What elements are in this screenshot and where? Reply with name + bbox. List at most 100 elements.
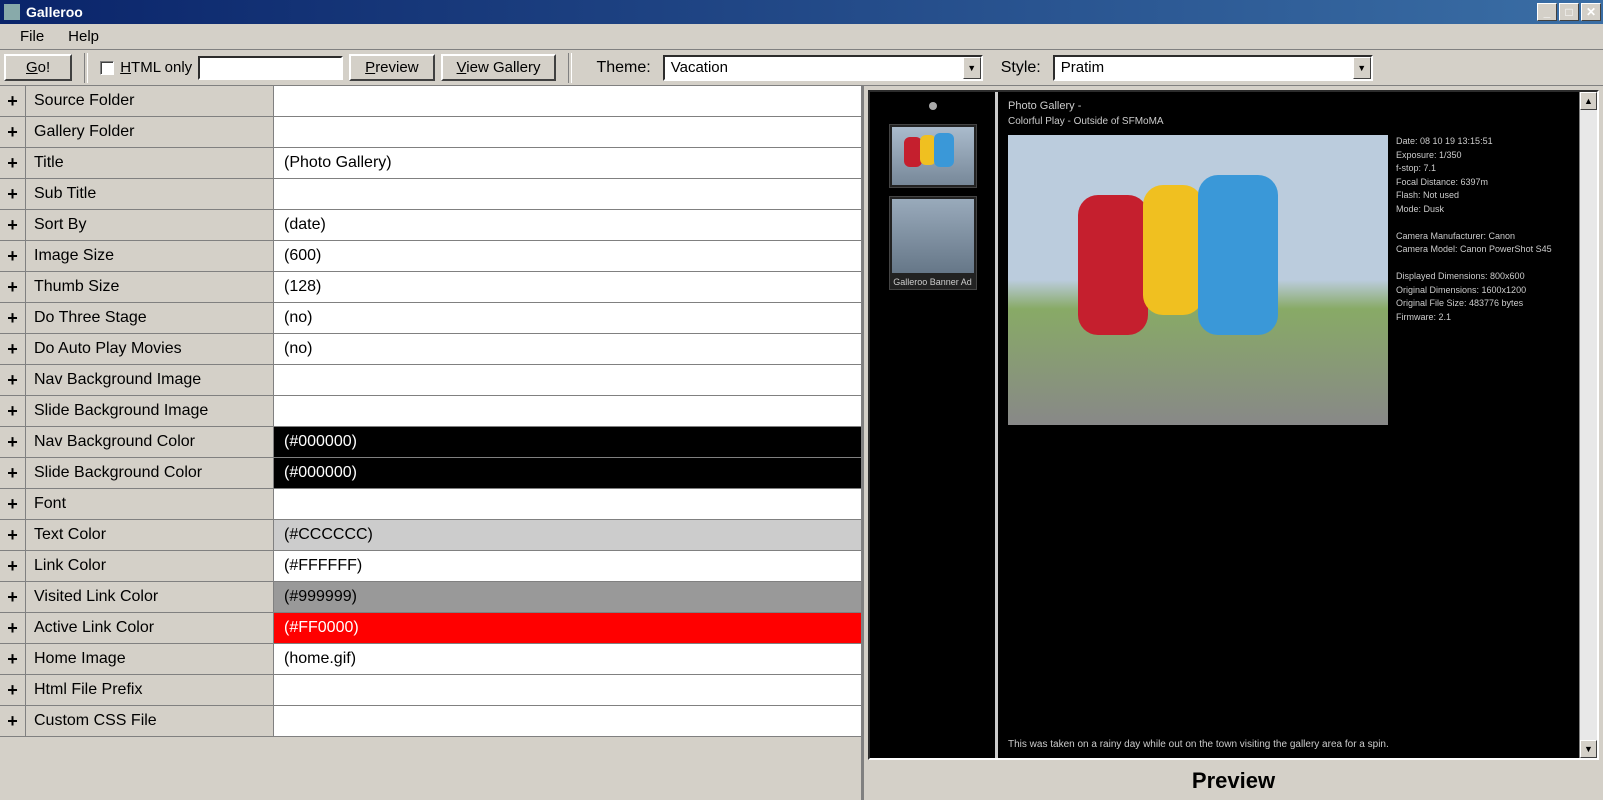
expand-button[interactable]: +: [0, 520, 26, 550]
preview-scrollbar[interactable]: ▲ ▼: [1579, 92, 1597, 758]
html-only-field[interactable]: [198, 56, 343, 80]
property-value[interactable]: (no): [274, 334, 861, 364]
theme-select[interactable]: Vacation: [663, 55, 983, 81]
property-row: +Font: [0, 489, 861, 520]
style-select[interactable]: Pratim: [1053, 55, 1373, 81]
preview-button[interactable]: Preview: [349, 54, 434, 81]
window-titlebar: Galleroo _ □ ✕: [0, 0, 1603, 24]
scroll-track[interactable]: [1580, 110, 1597, 740]
property-value[interactable]: [274, 396, 861, 426]
property-value[interactable]: (#000000): [274, 458, 861, 488]
toolbar: Go! HTML only Preview View Gallery Theme…: [0, 50, 1603, 86]
view-gallery-button[interactable]: View Gallery: [441, 54, 557, 81]
expand-button[interactable]: +: [0, 86, 26, 116]
property-label: Thumb Size: [26, 272, 274, 302]
property-label: Slide Background Color: [26, 458, 274, 488]
expand-button[interactable]: +: [0, 272, 26, 302]
property-row: +Do Three Stage(no): [0, 303, 861, 334]
metadata-line: Exposure: 1/350: [1396, 149, 1569, 163]
expand-button[interactable]: +: [0, 489, 26, 519]
window-title: Galleroo: [26, 4, 1537, 20]
style-label: Style:: [989, 59, 1047, 77]
scroll-up-icon[interactable]: ▲: [1580, 92, 1597, 110]
property-row: +Sub Title: [0, 179, 861, 210]
property-value[interactable]: (Photo Gallery): [274, 148, 861, 178]
expand-button[interactable]: +: [0, 613, 26, 643]
property-label: Home Image: [26, 644, 274, 674]
scroll-down-icon[interactable]: ▼: [1580, 740, 1597, 758]
expand-button[interactable]: +: [0, 117, 26, 147]
property-value[interactable]: (no): [274, 303, 861, 333]
property-row: +Do Auto Play Movies(no): [0, 334, 861, 365]
property-row: +Visited Link Color(#999999): [0, 582, 861, 613]
property-value[interactable]: [274, 117, 861, 147]
property-value[interactable]: [274, 86, 861, 116]
expand-button[interactable]: +: [0, 179, 26, 209]
slide-image: [1008, 135, 1388, 425]
property-value[interactable]: [274, 489, 861, 519]
theme-value: Vacation: [665, 59, 963, 76]
toolbar-divider: [84, 53, 88, 83]
metadata-line: f-stop: 7.1: [1396, 162, 1569, 176]
property-value[interactable]: (#FF0000): [274, 613, 861, 643]
checkbox-icon: [100, 61, 114, 75]
metadata-line: Camera Manufacturer: Canon: [1396, 230, 1569, 244]
expand-button[interactable]: +: [0, 365, 26, 395]
preview-thumb[interactable]: Galleroo Banner Ad: [889, 196, 977, 290]
preview-label: Preview: [864, 760, 1603, 800]
expand-button[interactable]: +: [0, 334, 26, 364]
property-row: +Nav Background Image: [0, 365, 861, 396]
property-label: Do Auto Play Movies: [26, 334, 274, 364]
property-value[interactable]: (#FFFFFF): [274, 551, 861, 581]
expand-button[interactable]: +: [0, 551, 26, 581]
preview-thumb[interactable]: [889, 124, 977, 188]
property-value[interactable]: [274, 675, 861, 705]
menu-help[interactable]: Help: [56, 24, 111, 49]
property-value[interactable]: [274, 179, 861, 209]
metadata-line: Focal Distance: 6397m: [1396, 176, 1569, 190]
property-value[interactable]: (#000000): [274, 427, 861, 457]
slide-metadata: Date: 08 10 19 13:15:51Exposure: 1/350f-…: [1396, 135, 1569, 719]
property-label: Title: [26, 148, 274, 178]
metadata-line: [1396, 216, 1569, 230]
close-button[interactable]: ✕: [1581, 3, 1601, 21]
home-icon[interactable]: [929, 102, 937, 110]
property-row: +Html File Prefix: [0, 675, 861, 706]
expand-button[interactable]: +: [0, 675, 26, 705]
go-button[interactable]: Go!: [4, 54, 72, 81]
property-row: +Sort By(date): [0, 210, 861, 241]
expand-button[interactable]: +: [0, 396, 26, 426]
property-value[interactable]: (date): [274, 210, 861, 240]
property-row: +Slide Background Image: [0, 396, 861, 427]
maximize-button[interactable]: □: [1559, 3, 1579, 21]
property-value[interactable]: (home.gif): [274, 644, 861, 674]
property-value[interactable]: (600): [274, 241, 861, 271]
property-label: Nav Background Image: [26, 365, 274, 395]
minimize-button[interactable]: _: [1537, 3, 1557, 21]
expand-button[interactable]: +: [0, 241, 26, 271]
property-label: Custom CSS File: [26, 706, 274, 736]
property-value[interactable]: [274, 706, 861, 736]
expand-button[interactable]: +: [0, 210, 26, 240]
menu-file[interactable]: File: [8, 24, 56, 49]
expand-button[interactable]: +: [0, 582, 26, 612]
property-value[interactable]: (#CCCCCC): [274, 520, 861, 550]
thumb-caption: Galleroo Banner Ad: [892, 273, 974, 287]
property-row: +Text Color(#CCCCCC): [0, 520, 861, 551]
property-label: Active Link Color: [26, 613, 274, 643]
property-label: Slide Background Image: [26, 396, 274, 426]
expand-button[interactable]: +: [0, 148, 26, 178]
expand-button[interactable]: +: [0, 458, 26, 488]
property-label: Font: [26, 489, 274, 519]
property-label: Html File Prefix: [26, 675, 274, 705]
property-value[interactable]: (128): [274, 272, 861, 302]
property-value[interactable]: [274, 365, 861, 395]
expand-button[interactable]: +: [0, 303, 26, 333]
menubar: File Help: [0, 24, 1603, 50]
property-value[interactable]: (#999999): [274, 582, 861, 612]
expand-button[interactable]: +: [0, 644, 26, 674]
html-only-checkbox[interactable]: HTML only: [100, 59, 192, 76]
metadata-line: Original File Size: 483776 bytes: [1396, 297, 1569, 311]
expand-button[interactable]: +: [0, 427, 26, 457]
expand-button[interactable]: +: [0, 706, 26, 736]
